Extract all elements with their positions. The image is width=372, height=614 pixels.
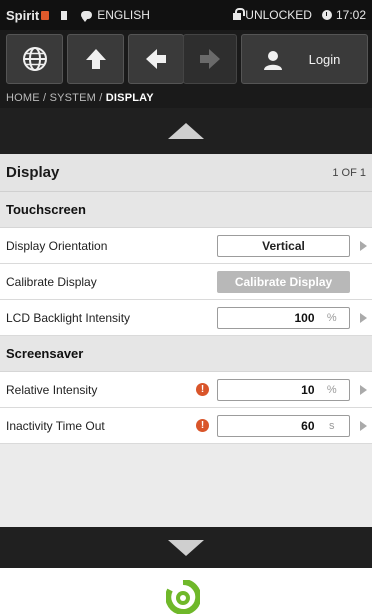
lcd-backlight-label: LCD Backlight Intensity <box>6 310 131 325</box>
display-orientation-value: Vertical <box>262 239 305 253</box>
inactivity-timeout-label: Inactivity Time Out <box>6 418 105 433</box>
login-button[interactable]: Login <box>241 34 368 84</box>
info-icon[interactable]: ! <box>196 383 209 396</box>
forward-arrow-icon <box>200 49 220 69</box>
relative-intensity-unit: % <box>326 384 337 396</box>
display-orientation-label: Display Orientation <box>6 238 108 253</box>
clock-time: 17:02 <box>335 8 366 22</box>
lcd-backlight-input[interactable]: 100 % <box>217 307 350 329</box>
row-lcd-backlight[interactable]: LCD Backlight Intensity 100 % <box>0 300 372 336</box>
chevron-right-icon[interactable] <box>360 421 367 431</box>
section-screensaver: Screensaver <box>0 336 372 372</box>
breadcrumb-path[interactable]: HOME / SYSTEM / <box>6 92 106 104</box>
relative-intensity-label: Relative Intensity <box>6 382 98 397</box>
display-orientation-select[interactable]: Vertical <box>217 235 350 257</box>
brand-name: Spirit <box>6 7 40 23</box>
back-button[interactable] <box>128 34 184 84</box>
inactivity-timeout-input[interactable]: 60 s <box>217 415 350 437</box>
chevron-up-icon <box>168 123 204 139</box>
lcd-backlight-value: 100 <box>294 311 315 325</box>
row-relative-intensity[interactable]: Relative Intensity ! 10 % <box>0 372 372 408</box>
language-icon[interactable] <box>81 11 93 22</box>
lock-icon <box>233 7 246 20</box>
row-display-orientation[interactable]: Display Orientation Vertical <box>0 228 372 264</box>
toolbar: Login <box>6 34 368 84</box>
back-arrow-icon <box>146 49 166 69</box>
brand-logo: Spirit <box>6 7 50 23</box>
inactivity-timeout-value: 60 <box>301 419 315 433</box>
calibrate-display-button[interactable]: Calibrate Display <box>217 271 350 293</box>
page-count: 1 OF 1 <box>332 166 366 179</box>
page-title: Display <box>6 164 60 181</box>
scroll-down-button[interactable] <box>0 527 372 568</box>
settings-panel: Display 1 OF 1 Touchscreen Display Orien… <box>0 154 372 527</box>
brand-mark-icon <box>41 10 50 20</box>
language-label[interactable]: ENGLISH <box>97 8 150 22</box>
chevron-right-icon[interactable] <box>360 313 367 323</box>
row-calibrate-display: Calibrate Display Calibrate Display <box>0 264 372 300</box>
user-icon <box>264 51 282 70</box>
globe-button[interactable] <box>6 34 63 84</box>
scroll-up-button[interactable] <box>0 108 372 154</box>
panel-header: Display 1 OF 1 <box>0 154 372 192</box>
chevron-right-icon[interactable] <box>360 241 367 251</box>
section-touchscreen: Touchscreen <box>0 192 372 228</box>
relative-intensity-input[interactable]: 10 % <box>217 379 350 401</box>
inactivity-timeout-unit: s <box>329 420 335 432</box>
info-icon[interactable]: ! <box>196 419 209 432</box>
up-button[interactable] <box>67 34 124 84</box>
document-icon[interactable] <box>61 10 68 20</box>
status-bar: Spirit ENGLISH UNLOCKED 17:02 <box>0 0 372 30</box>
forward-button[interactable] <box>183 34 237 84</box>
relative-intensity-value: 10 <box>301 383 315 397</box>
chevron-right-icon[interactable] <box>360 385 367 395</box>
clock-icon <box>321 10 332 20</box>
calibrate-display-label: Calibrate Display <box>6 274 97 289</box>
login-label: Login <box>308 51 341 67</box>
lock-status: UNLOCKED <box>245 8 312 22</box>
chevron-down-icon <box>168 539 204 556</box>
home-logo-icon[interactable] <box>165 578 202 614</box>
device-screen: Spirit ENGLISH UNLOCKED 17:02 Login HOME… <box>0 0 372 568</box>
breadcrumb-current: DISPLAY <box>105 92 154 104</box>
globe-icon <box>22 47 47 71</box>
row-inactivity-timeout[interactable]: Inactivity Time Out ! 60 s <box>0 408 372 444</box>
lcd-backlight-unit: % <box>326 312 337 324</box>
breadcrumb: HOME / SYSTEM / DISPLAY <box>6 92 154 104</box>
up-arrow-icon <box>85 49 106 69</box>
